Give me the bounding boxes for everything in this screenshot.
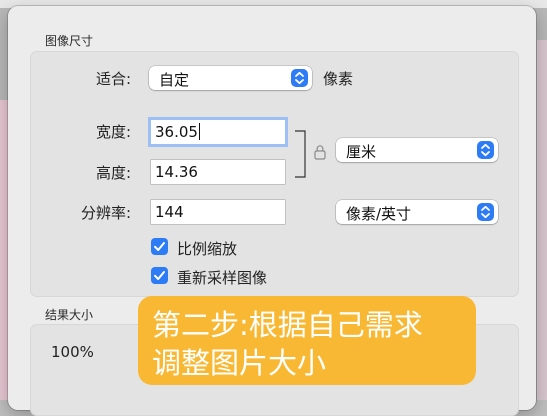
fit-select-value: 自定	[159, 71, 190, 89]
width-label: 宽度:	[95, 123, 131, 141]
resolution-unit-value: 像素/英寸	[346, 205, 412, 223]
resample-checkbox[interactable]	[151, 267, 168, 284]
chevron-updown-icon	[477, 141, 494, 159]
chevron-updown-icon	[291, 69, 308, 87]
width-field-value: 36.05	[155, 123, 198, 141]
background-image-right	[537, 40, 547, 400]
width-field[interactable]: 36.05	[151, 120, 285, 144]
callout-line-1: 第二步:根据自己需求	[152, 308, 423, 342]
lock-icon[interactable]	[314, 144, 326, 164]
fit-select[interactable]: 自定	[149, 66, 312, 90]
scale-proportionally-label: 比例缩放	[177, 240, 238, 258]
dimension-unit-select[interactable]: 厘米	[336, 138, 498, 162]
instruction-callout: 第二步:根据自己需求 调整图片大小	[138, 296, 476, 385]
constrain-bracket	[295, 130, 306, 178]
dimension-unit-value: 厘米	[346, 143, 377, 161]
width-field-content: 36.05	[155, 123, 200, 141]
checkmark-icon	[154, 271, 165, 280]
height-label: 高度:	[95, 164, 131, 182]
image-size-section-title: 图像尺寸	[45, 34, 94, 48]
height-field-value: 14.36	[155, 163, 198, 181]
resolution-field[interactable]: 144	[151, 200, 285, 224]
text-caret	[198, 123, 200, 140]
resolution-label: 分辨率:	[80, 204, 131, 222]
callout-line-2: 调整图片大小	[152, 346, 327, 380]
resolution-unit-select[interactable]: 像素/英寸	[336, 200, 498, 224]
image-size-group: 适合: 自定 像素 宽度: 36.05 高度: 14.36 厘米 分辨率: 14…	[30, 51, 519, 297]
resolution-field-value: 144	[155, 203, 184, 221]
height-field[interactable]: 14.36	[151, 160, 285, 184]
fit-label: 适合:	[95, 70, 131, 88]
scale-proportionally-checkbox[interactable]	[151, 238, 168, 255]
chevron-updown-icon	[477, 203, 494, 221]
fit-unit-label: 像素	[323, 70, 354, 88]
checkmark-icon	[154, 242, 165, 251]
result-percent: 100%	[51, 343, 94, 361]
result-size-section-title: 结果大小	[45, 308, 94, 322]
resample-label: 重新采样图像	[177, 269, 268, 287]
